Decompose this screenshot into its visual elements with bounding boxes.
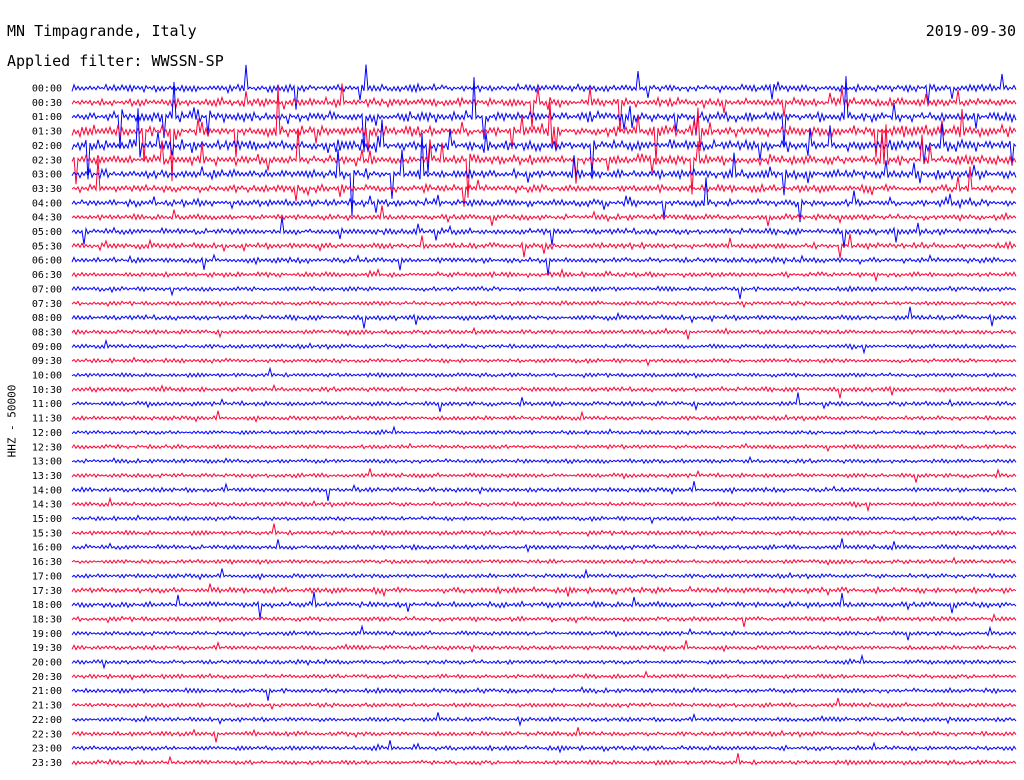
trace-row: [71, 556, 1017, 566]
row-time-label: 01:30: [32, 127, 62, 138]
row-time-label: 04:00: [32, 198, 62, 209]
row-time-label: 16:00: [32, 543, 62, 554]
trace-row: [71, 753, 1017, 767]
trace-row: [71, 612, 1017, 628]
trace-row: [71, 383, 1017, 399]
row-time-label: 03:00: [32, 170, 62, 181]
row-time-label: 10:30: [32, 385, 62, 396]
trace-row: [71, 285, 1017, 300]
row-time-label: 13:30: [32, 471, 62, 482]
trace-row: [71, 425, 1017, 436]
row-time-label: 17:00: [32, 571, 62, 582]
row-time-label: 08:00: [32, 313, 62, 324]
row-time-label: 05:30: [32, 241, 62, 252]
trace-row: [71, 442, 1017, 453]
trace-row: [71, 306, 1017, 329]
row-time-label: 11:30: [32, 414, 62, 425]
trace-row: [71, 468, 1017, 483]
trace-row: [71, 670, 1017, 681]
row-time-label: 20:00: [32, 658, 62, 669]
trace-row: [71, 481, 1017, 502]
row-time-label: 22:00: [32, 715, 62, 726]
trace-row: [71, 356, 1017, 367]
trace-row: [71, 591, 1017, 619]
row-time-label: 02:30: [32, 155, 62, 166]
row-time-label: 18:00: [32, 600, 62, 611]
row-time-label: 22:30: [32, 729, 62, 740]
row-time-label: 08:30: [32, 327, 62, 338]
row-time-label: 11:00: [32, 399, 62, 410]
trace-row: [71, 366, 1017, 379]
trace-row: [71, 583, 1017, 598]
row-time-label: 21:00: [32, 686, 62, 697]
seismogram-plot: 00:00 00:30 01:00 01:30 02:00 02:30 03:00 03:30…: [32, 64, 1017, 769]
trace-row: [71, 205, 1017, 227]
trace-row: [71, 727, 1017, 743]
row-time-label: 18:30: [32, 614, 62, 625]
row-time-label: 10:00: [32, 371, 62, 382]
trace-row: [71, 338, 1017, 355]
row-time-label: 03:30: [32, 184, 62, 195]
trace-row: [71, 496, 1017, 513]
row-time-label: 09:00: [32, 342, 62, 353]
row-time-label: 19:00: [32, 629, 62, 640]
row-time-label: 12:00: [32, 428, 62, 439]
trace-row: [71, 653, 1017, 670]
row-time-label: 23:00: [32, 744, 62, 755]
row-time-label: 16:30: [32, 557, 62, 568]
trace-row: [71, 568, 1017, 581]
trace-row: [71, 624, 1017, 641]
row-time-label: 13:00: [32, 457, 62, 468]
row-time-label: 02:00: [32, 141, 62, 152]
trace-row: [71, 83, 1017, 132]
trace-row: [71, 514, 1017, 525]
row-time-label: 07:00: [32, 284, 62, 295]
row-time-label: 00:00: [32, 84, 62, 95]
trace-row: [71, 712, 1017, 727]
trace-row: [71, 300, 1017, 309]
trace-row: [71, 410, 1017, 423]
trace-row: [71, 159, 1017, 207]
trace-row: [71, 326, 1017, 340]
row-time-label: 19:30: [32, 643, 62, 654]
row-time-label: 15:30: [32, 528, 62, 539]
trace-row: [71, 267, 1017, 283]
row-time-label: 06:00: [32, 256, 62, 267]
row-time-label: 06:30: [32, 270, 62, 281]
row-time-label: 07:30: [32, 299, 62, 310]
row-time-label: 04:30: [32, 213, 62, 224]
trace-row: [71, 685, 1017, 701]
row-time-label: 15:00: [32, 514, 62, 525]
row-time-label: 00:30: [32, 98, 62, 109]
row-time-label: 01:00: [32, 112, 62, 123]
row-time-label: 20:30: [32, 672, 62, 683]
row-time-label: 14:00: [32, 485, 62, 496]
trace-row: [71, 538, 1017, 554]
trace-row: [71, 740, 1017, 754]
row-time-label: 09:30: [32, 356, 62, 367]
trace-row: [71, 392, 1017, 413]
trace-row: [71, 697, 1017, 711]
seismogram-page: MN Timpagrande, Italy 2019-09-30 Applied…: [0, 0, 1024, 780]
trace-row: [71, 523, 1017, 538]
row-time-label: 23:30: [32, 758, 62, 769]
row-time-label: 12:30: [32, 442, 62, 453]
trace-row: [71, 455, 1017, 465]
trace-row: [71, 640, 1017, 653]
row-time-label: 17:30: [32, 586, 62, 597]
row-time-label: 14:30: [32, 500, 62, 511]
row-time-label: 21:30: [32, 701, 62, 712]
row-time-label: 05:00: [32, 227, 62, 238]
trace-row: [71, 233, 1017, 259]
